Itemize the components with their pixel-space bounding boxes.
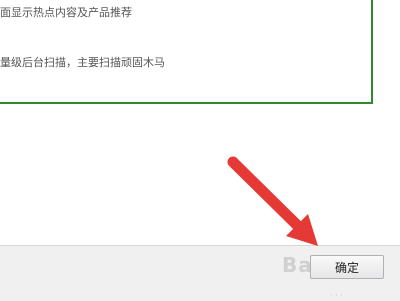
ok-button[interactable]: 确定 [310,255,384,279]
bottom-dots: · · · [330,291,343,300]
option-text-background-scan: 量级后台扫描，主要扫描顽固木马 [0,56,165,69]
option-text-hot-content: 面显示热点内容及产品推荐 [0,6,132,19]
